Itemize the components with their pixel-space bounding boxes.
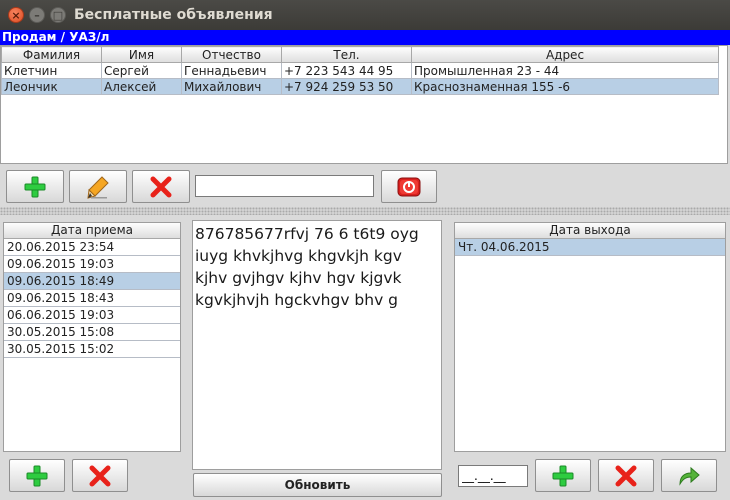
contacts-header-row: Фамилия Имя Отчество Тел. Адрес	[1, 46, 719, 63]
add-contact-button[interactable]	[6, 170, 64, 203]
edit-pencil-icon	[87, 175, 109, 199]
forward-button[interactable]	[661, 459, 717, 492]
window-title: Бесплатные объявления	[74, 7, 273, 23]
add-icon	[26, 465, 48, 486]
delete-release-button[interactable]	[598, 459, 654, 492]
stop-button[interactable]	[381, 170, 437, 203]
table-row[interactable]: Клетчин Сергей Геннадьевич +7 223 543 44…	[1, 62, 719, 79]
table-cell: Геннадьевич	[181, 62, 282, 79]
contacts-table[interactable]: Фамилия Имя Отчество Тел. Адрес Клетчин …	[1, 46, 719, 95]
table-cell: Клетчин	[1, 62, 102, 79]
contacts-table-panel: Фамилия Имя Отчество Тел. Адрес Клетчин …	[0, 45, 728, 164]
date-input[interactable]	[458, 465, 528, 487]
forward-arrow-icon	[679, 466, 700, 486]
split-pane-divider[interactable]	[0, 207, 730, 215]
release-dates-list[interactable]: Дата выхода Чт. 04.06.2015	[454, 222, 726, 452]
window-minimize-button[interactable]: –	[29, 7, 45, 23]
delete-icon	[150, 176, 172, 197]
add-received-button[interactable]	[9, 459, 65, 492]
table-cell: Алексей	[101, 78, 182, 95]
search-input[interactable]	[195, 175, 374, 197]
column-header[interactable]: Имя	[101, 46, 182, 63]
column-header[interactable]: Адрес	[411, 46, 719, 63]
category-label: Продам / УАЗ/л	[0, 30, 730, 45]
add-release-button[interactable]	[535, 459, 591, 492]
list-item[interactable]: 09.06.2015 18:43	[4, 290, 180, 307]
list-item[interactable]: 30.05.2015 15:08	[4, 324, 180, 341]
list-item[interactable]: 06.06.2015 19:03	[4, 307, 180, 324]
refresh-button[interactable]: Обновить	[193, 473, 442, 497]
list-item-selected[interactable]: Чт. 04.06.2015	[455, 239, 725, 256]
delete-icon	[615, 465, 637, 486]
delete-icon	[89, 465, 111, 486]
table-cell: Промышленная 23 - 44	[411, 62, 719, 79]
list-item-selected[interactable]: 09.06.2015 18:49	[4, 273, 180, 290]
column-header[interactable]: Дата выхода	[455, 223, 725, 239]
table-cell: Леончик	[1, 78, 102, 95]
list-item[interactable]: 20.06.2015 23:54	[4, 239, 180, 256]
delete-received-button[interactable]	[72, 459, 128, 492]
received-dates-list[interactable]: Дата приема 20.06.2015 23:54 09.06.2015 …	[3, 222, 181, 452]
table-cell: Краснознаменная 155 -6	[411, 78, 719, 95]
edit-contact-button[interactable]	[69, 170, 127, 203]
table-cell: +7 924 259 53 50	[281, 78, 412, 95]
column-header[interactable]: Тел.	[281, 46, 412, 63]
add-icon	[24, 176, 46, 197]
message-text-area[interactable]: 876785677rfvj 76 6 t6t9 oyg iuyg khvkjhv…	[192, 220, 442, 470]
add-icon	[552, 465, 574, 486]
table-cell: Михайлович	[181, 78, 282, 95]
title-bar: × – □ Бесплатные объявления	[0, 0, 730, 30]
stop-icon	[397, 177, 421, 196]
table-row-selected[interactable]: Леончик Алексей Михайлович +7 924 259 53…	[1, 78, 719, 95]
column-header[interactable]: Дата приема	[4, 223, 180, 239]
table-cell: +7 223 543 44 95	[281, 62, 412, 79]
column-header[interactable]: Отчество	[181, 46, 282, 63]
window-maximize-button[interactable]: □	[50, 7, 66, 23]
table-cell: Сергей	[101, 62, 182, 79]
list-item[interactable]: 30.05.2015 15:02	[4, 341, 180, 358]
delete-contact-button[interactable]	[132, 170, 190, 203]
list-item[interactable]: 09.06.2015 19:03	[4, 256, 180, 273]
window-close-button[interactable]: ×	[8, 7, 24, 23]
column-header[interactable]: Фамилия	[1, 46, 102, 63]
